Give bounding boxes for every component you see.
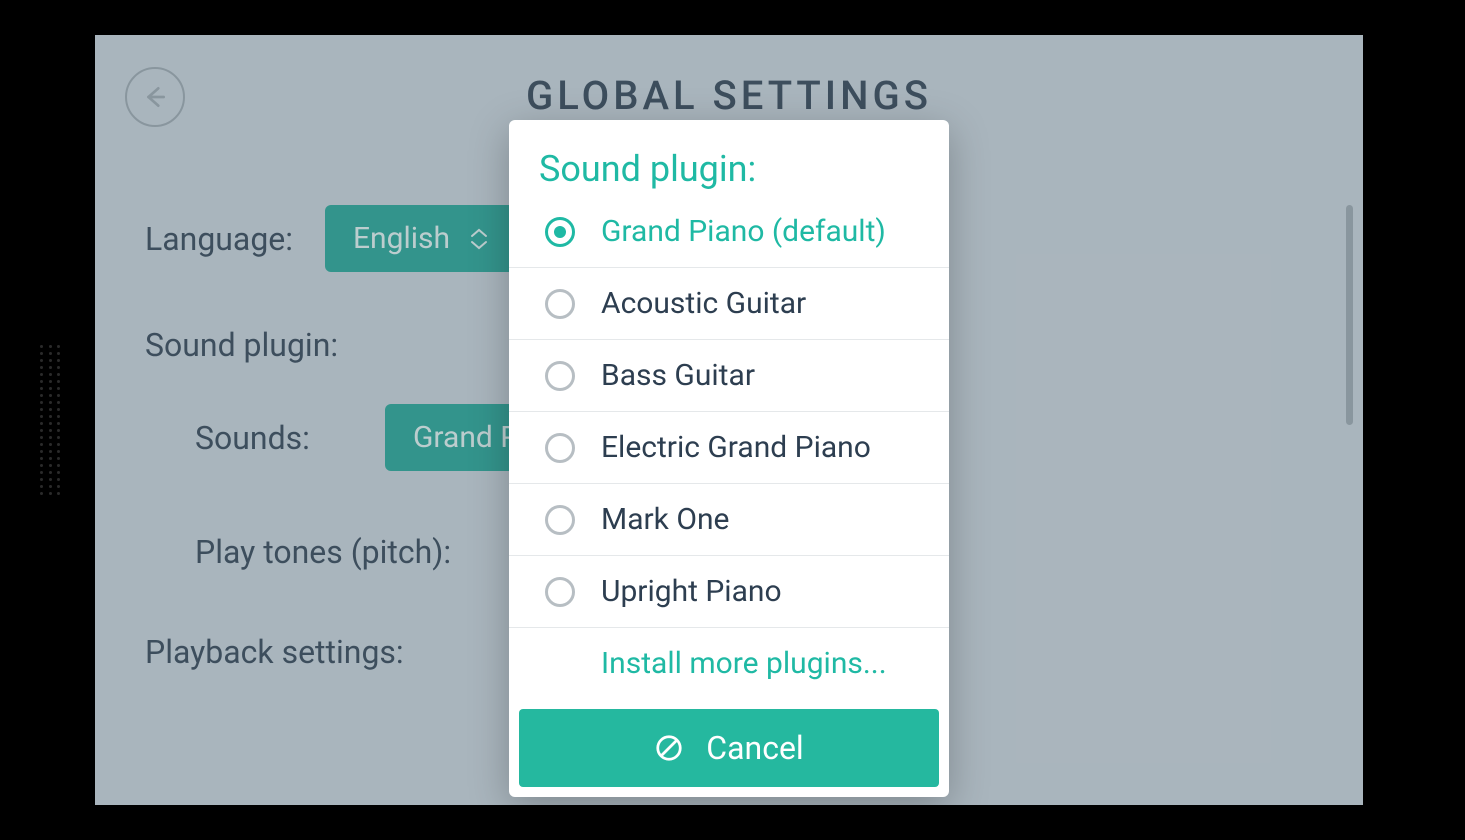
cancel-icon [654,733,684,763]
sound-plugin-option[interactable]: Mark One [509,484,949,556]
radio-icon [545,289,575,319]
language-dropdown[interactable]: English [325,205,516,272]
option-label: Acoustic Guitar [601,286,806,321]
option-label: Upright Piano [601,574,782,609]
option-label: Mark One [601,502,729,537]
back-button[interactable] [125,67,185,127]
app-screen: GLOBAL SETTINGS Language: English Sound … [95,35,1363,805]
sound-plugin-option[interactable]: Bass Guitar [509,340,949,412]
language-label: Language: [145,220,325,258]
sound-plugin-option-list: Grand Piano (default) Acoustic Guitar Bass… [509,206,949,628]
pitch-label: Play tones (pitch): [195,533,525,571]
device-frame: GLOBAL SETTINGS Language: English Sound … [0,0,1465,840]
option-label: Grand Piano (default) [601,214,886,249]
scrollbar-thumb[interactable] [1346,205,1353,425]
sound-plugin-option[interactable]: Electric Grand Piano [509,412,949,484]
sound-plugin-option[interactable]: Upright Piano [509,556,949,628]
sounds-label: Sounds: [195,419,385,457]
sound-plugin-modal: Sound plugin: Grand Piano (default) Acous… [509,120,949,797]
arrow-left-icon [142,84,168,110]
cancel-label: Cancel [706,729,803,767]
option-label: Bass Guitar [601,358,755,393]
page-title: GLOBAL SETTINGS [526,72,932,119]
radio-icon [545,505,575,535]
radio-icon [545,361,575,391]
sound-plugin-option[interactable]: Grand Piano (default) [509,206,949,268]
radio-icon [545,577,575,607]
radio-icon [545,217,575,247]
option-label: Electric Grand Piano [601,430,871,465]
cancel-button[interactable]: Cancel [519,709,939,787]
speaker-grill [40,340,60,500]
select-arrows-icon [470,228,488,250]
radio-icon [545,433,575,463]
install-more-plugins-link[interactable]: Install more plugins... [509,628,949,703]
language-value: English [353,221,450,256]
modal-title: Sound plugin: [509,120,949,206]
sound-plugin-option[interactable]: Acoustic Guitar [509,268,949,340]
